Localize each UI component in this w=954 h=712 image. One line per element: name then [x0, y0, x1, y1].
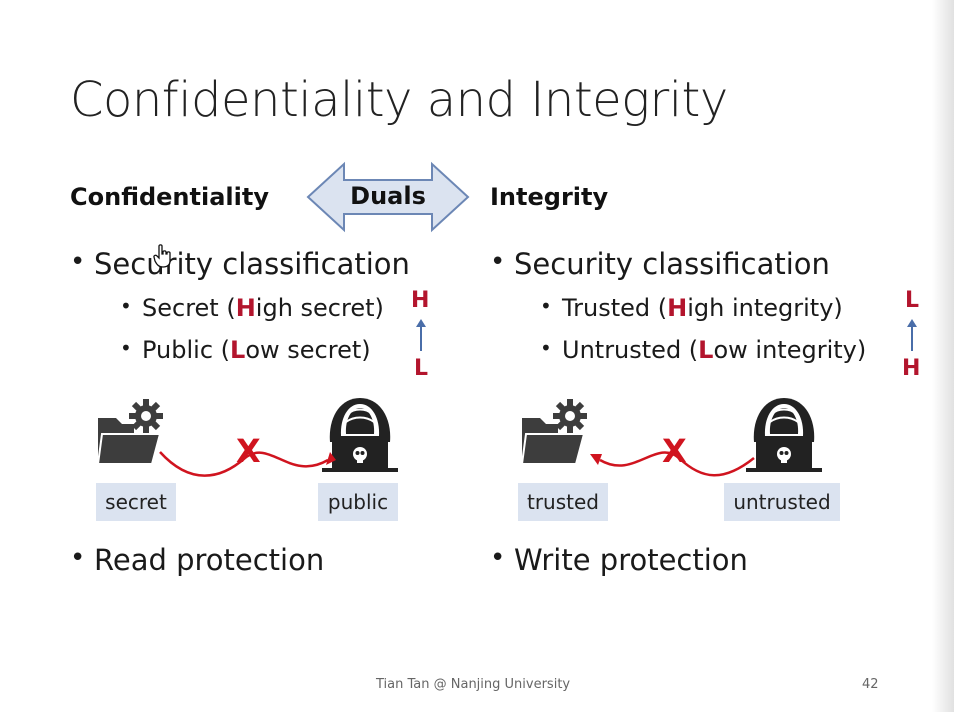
- slide-footer: Tian Tan @ Nanjing University: [376, 677, 571, 692]
- left-sub-public: Public (Low secret): [120, 336, 371, 364]
- public-tag: public: [318, 483, 398, 521]
- left-level-bottom: L: [414, 356, 429, 381]
- duals-label: Duals: [350, 182, 426, 210]
- left-bullet-classification: Security classification: [70, 247, 410, 281]
- slide-title: Confidentiality and Integrity: [70, 72, 728, 128]
- left-sub-secret: Secret (High secret): [120, 294, 384, 322]
- window-edge-shadow: [932, 0, 954, 712]
- right-level-top: L: [905, 288, 920, 313]
- left-bullet-read-protection: Read protection: [70, 543, 324, 577]
- right-sub-untrusted: Untrusted (Low integrity): [540, 336, 866, 364]
- untrusted-tag: untrusted: [724, 483, 840, 521]
- right-bullet-classification: Security classification: [490, 247, 830, 281]
- left-level-up-arrow: [416, 319, 426, 351]
- right-level-up-arrow: [907, 319, 917, 351]
- right-bullet-write-protection: Write protection: [490, 543, 748, 577]
- page-number: 42: [862, 677, 879, 692]
- secret-tag: secret: [96, 483, 176, 521]
- confidentiality-heading: Confidentiality: [70, 183, 269, 211]
- trusted-tag: trusted: [518, 483, 608, 521]
- right-level-bottom: H: [902, 356, 921, 381]
- folder-gear-icon-right: [520, 399, 587, 465]
- right-blocked-mark: X: [662, 432, 687, 470]
- left-level-top: H: [411, 288, 430, 313]
- right-sub-trusted: Trusted (High integrity): [540, 294, 843, 322]
- left-blocked-mark: X: [236, 432, 261, 470]
- hand-cursor-icon: [153, 244, 171, 268]
- integrity-heading: Integrity: [490, 183, 609, 211]
